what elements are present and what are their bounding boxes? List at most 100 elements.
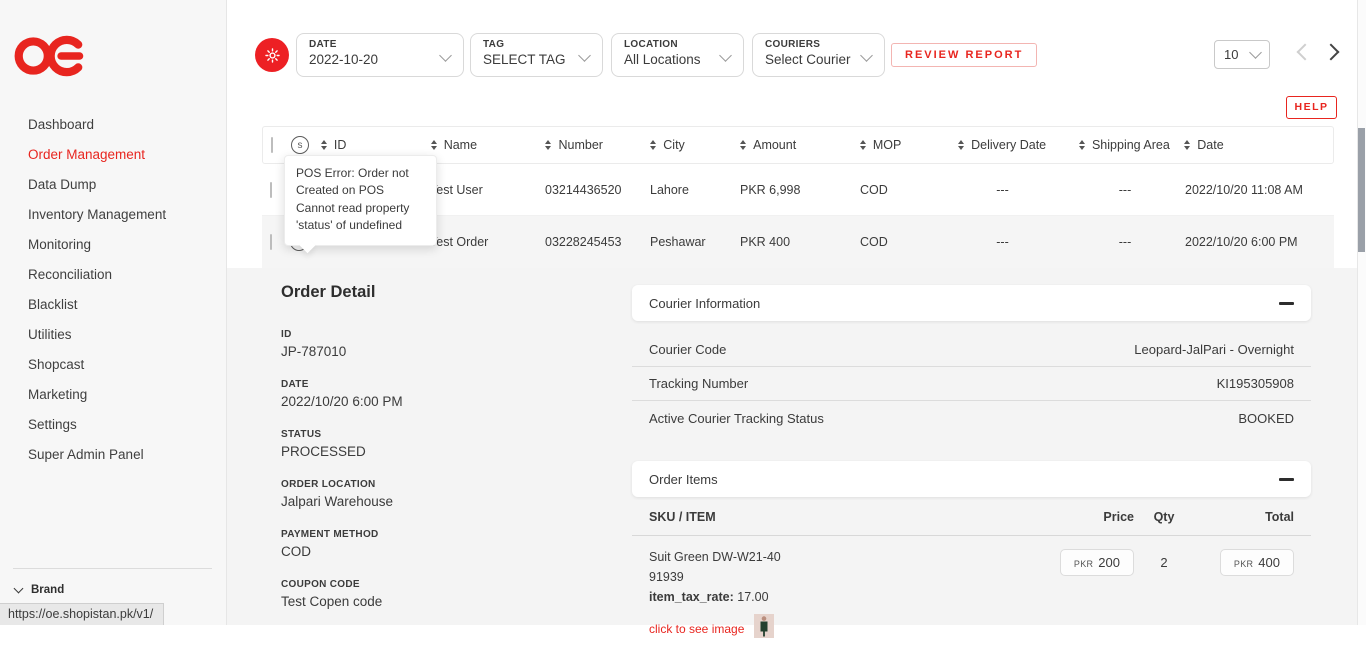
- sidebar-item-reconciliation[interactable]: Reconciliation: [0, 260, 226, 290]
- item-sku: 91939: [649, 569, 1048, 587]
- item-name: Suit Green DW-W21-40: [649, 549, 1048, 567]
- date-filter-dropdown[interactable]: DATE 2022-10-20: [296, 33, 464, 77]
- sidebar-item-blacklist[interactable]: Blacklist: [0, 290, 226, 320]
- cell-amount: PKR 400: [740, 235, 860, 249]
- tracking-number-row: Tracking Number KI195305908: [632, 367, 1311, 401]
- main-content: DATE 2022-10-20 TAG SELECT TAG LOCATION …: [227, 0, 1366, 625]
- sidebar-divider: [13, 568, 212, 569]
- column-total: Total: [1194, 510, 1294, 524]
- cell-mop: COD: [860, 183, 940, 197]
- detail-field-coupon-code: COUPON CODE Test Copen code: [281, 579, 403, 609]
- page-scrollbar: [1357, 0, 1366, 625]
- order-items-title: Order Items: [649, 472, 718, 487]
- column-price: Price: [1048, 510, 1134, 524]
- sidebar-item-inventory-management[interactable]: Inventory Management: [0, 200, 226, 230]
- header-number[interactable]: Number: [545, 138, 650, 152]
- detail-field-order-location: ORDER LOCATION Jalpari Warehouse: [281, 479, 403, 509]
- scrollbar-thumb[interactable]: [1358, 128, 1365, 252]
- sidebar-item-dashboard[interactable]: Dashboard: [0, 110, 226, 140]
- courier-information-card: Courier Information Courier Code Leopard…: [632, 285, 1311, 435]
- courier-information-title: Courier Information: [649, 296, 760, 311]
- courier-information-body: Courier Code Leopard-JalPari - Overnight…: [632, 333, 1311, 435]
- cell-delivery-date: ---: [940, 235, 1065, 249]
- pos-error-tooltip: POS Error: Order not Created on POS Cann…: [284, 155, 437, 246]
- sort-icon: [1184, 140, 1190, 150]
- item-info: Suit Green DW-W21-40 91939 item_tax_rate…: [649, 549, 1048, 644]
- location-filter-value: All Locations: [624, 52, 731, 67]
- couriers-filter-dropdown[interactable]: COURIERS Select Courier: [752, 33, 885, 77]
- browser-status-url: https://oe.shopistan.pk/v1/: [0, 603, 164, 625]
- sort-icon: [860, 140, 866, 150]
- sidebar-item-data-dump[interactable]: Data Dump: [0, 170, 226, 200]
- cell-amount: PKR 6,998: [740, 183, 860, 197]
- sidebar-item-monitoring[interactable]: Monitoring: [0, 230, 226, 260]
- item-total-pill: PKR400: [1220, 549, 1294, 576]
- header-delivery-date[interactable]: Delivery Date: [940, 138, 1065, 152]
- cell-date: 2022/10/20 6:00 PM: [1185, 235, 1334, 249]
- cell-date: 2022/10/20 11:08 AM: [1185, 183, 1334, 197]
- order-items-card: Order Items SKU / ITEM Price Qty Total S…: [632, 461, 1311, 654]
- cell-number: 03214436520: [545, 183, 650, 197]
- cell-shipping-area: ---: [1065, 235, 1185, 249]
- collapse-icon[interactable]: [1279, 302, 1294, 305]
- header-city[interactable]: City: [650, 138, 740, 152]
- sort-icon: [545, 140, 551, 150]
- sort-icon: [431, 140, 437, 150]
- order-items-columns: SKU / ITEM Price Qty Total: [632, 499, 1311, 536]
- click-to-see-image-link[interactable]: click to see image: [649, 621, 744, 638]
- next-page-icon[interactable]: [1323, 44, 1340, 61]
- sidebar-item-super-admin-panel[interactable]: Super Admin Panel: [0, 440, 226, 470]
- header-id[interactable]: ID: [321, 138, 431, 152]
- select-all-checkbox[interactable]: [271, 137, 273, 153]
- sidebar-item-utilities[interactable]: Utilities: [0, 320, 226, 350]
- header-name[interactable]: Name: [431, 138, 546, 152]
- order-detail-panel: Order Detail ID JP-787010 DATE 2022/10/2…: [281, 283, 403, 629]
- sort-icon: [1079, 140, 1085, 150]
- sort-icon: [650, 140, 656, 150]
- tag-filter-dropdown[interactable]: TAG SELECT TAG: [470, 33, 603, 77]
- settings-gear-button[interactable]: [255, 38, 289, 72]
- cell-number: 03228245453: [545, 235, 650, 249]
- sidebar-item-settings[interactable]: Settings: [0, 410, 226, 440]
- review-report-button[interactable]: REVIEW REPORT: [891, 43, 1037, 67]
- select-all-cell: [263, 138, 291, 152]
- header-amount[interactable]: Amount: [740, 138, 860, 152]
- location-filter-label: LOCATION: [624, 39, 731, 50]
- page-size-select[interactable]: 10: [1214, 40, 1270, 69]
- cell-name: Test User: [430, 183, 545, 197]
- oe-logo[interactable]: [13, 33, 89, 84]
- cell-shipping-area: ---: [1065, 183, 1185, 197]
- courier-information-header[interactable]: Courier Information: [632, 285, 1311, 321]
- cell-city: Peshawar: [650, 235, 740, 249]
- header-mop[interactable]: MOP: [860, 138, 940, 152]
- sort-icon: [740, 140, 746, 150]
- sidebar-item-order-management[interactable]: Order Management: [0, 140, 226, 170]
- cell-delivery-date: ---: [940, 183, 1065, 197]
- header-shipping-area[interactable]: Shipping Area: [1065, 138, 1185, 152]
- prev-page-icon[interactable]: [1297, 44, 1314, 61]
- status-circle-icon[interactable]: s: [291, 136, 309, 154]
- tag-filter-label: TAG: [483, 39, 590, 50]
- column-qty: Qty: [1134, 510, 1194, 524]
- date-filter-label: DATE: [309, 39, 451, 50]
- cell-name: Test Order: [430, 235, 545, 249]
- chevron-down-icon: [1249, 46, 1262, 59]
- sidebar: Dashboard Order Management Data Dump Inv…: [0, 0, 227, 625]
- item-thumbnail[interactable]: [754, 614, 774, 644]
- couriers-filter-label: COURIERS: [765, 39, 872, 50]
- brand-section-toggle[interactable]: Brand: [15, 584, 64, 596]
- sidebar-item-marketing[interactable]: Marketing: [0, 380, 226, 410]
- help-button[interactable]: HELP: [1286, 96, 1337, 119]
- cell-mop: COD: [860, 235, 940, 249]
- detail-field-date: DATE 2022/10/20 6:00 PM: [281, 379, 403, 409]
- sidebar-item-shopcast[interactable]: Shopcast: [0, 350, 226, 380]
- sort-icon: [321, 140, 327, 150]
- collapse-icon[interactable]: [1279, 478, 1294, 481]
- row-checkbox[interactable]: [270, 182, 272, 198]
- header-date[interactable]: Date: [1184, 138, 1333, 152]
- chevron-down-icon: [14, 584, 24, 594]
- page-size-value: 10: [1224, 47, 1238, 62]
- order-items-header[interactable]: Order Items: [632, 461, 1311, 497]
- row-checkbox[interactable]: [270, 234, 272, 250]
- location-filter-dropdown[interactable]: LOCATION All Locations: [611, 33, 744, 77]
